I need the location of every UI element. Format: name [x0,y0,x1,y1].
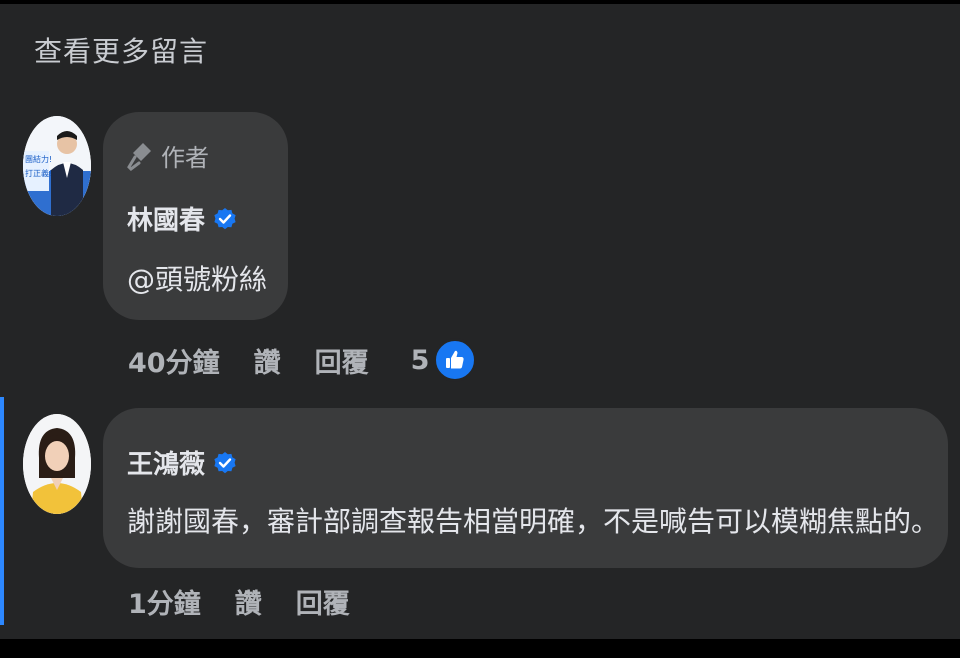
comment-timestamp[interactable]: 40分鐘 [128,341,220,380]
microphone-icon [127,142,151,171]
thumbs-up-icon [433,338,478,382]
reaction-summary[interactable]: 5 [411,338,478,382]
reaction-count: 5 [410,344,430,376]
comment-text: @頭號粉絲 [127,263,268,296]
commenter-name-text[interactable]: 王鴻薇 [127,444,205,481]
verified-badge-icon [214,207,236,229]
comment-bubble: 王鴻薇 謝謝國春，審計部調查報告相當明確，不是喊告可以模糊焦點的。 [103,408,948,568]
like-button[interactable]: 讚 [254,341,281,380]
reply-button[interactable]: 回覆 [315,341,369,380]
author-badge: 作者 [127,138,209,173]
view-more-comments-link[interactable]: 查看更多留言 [34,30,208,70]
commenter-name[interactable]: 林國春 [127,200,237,237]
avatar[interactable]: 團結力! 打正義! [23,116,91,216]
like-button[interactable]: 讚 [235,582,262,621]
highlight-indicator [0,397,4,625]
commenter-name[interactable]: 王鴻薇 [127,444,237,481]
comments-panel: 查看更多留言 團結力! 打正義! 作者 林國春 @頭號粉絲 40分鐘 讚 回覆 … [0,4,960,639]
comment-text: 謝謝國春，審計部調查報告相當明確，不是喊告可以模糊焦點的。 [127,505,940,538]
comment-timestamp[interactable]: 1分鐘 [128,582,201,621]
avatar-banner-line-2: 打正義! [25,168,52,178]
avatar-photo [23,414,91,514]
commenter-name-text[interactable]: 林國春 [127,200,205,237]
avatar-photo: 團結力! 打正義! [23,116,91,216]
author-badge-label: 作者 [161,144,209,172]
verified-badge-icon [214,451,236,473]
comment-bubble: 作者 林國春 @頭號粉絲 [103,112,288,320]
comment-actions: 40分鐘 讚 回覆 5 [128,338,478,382]
avatar-banner-line-1: 團結力! [25,154,52,164]
reply-button[interactable]: 回覆 [296,582,350,621]
avatar[interactable] [23,414,91,514]
comment-actions: 1分鐘 讚 回覆 [128,582,384,621]
